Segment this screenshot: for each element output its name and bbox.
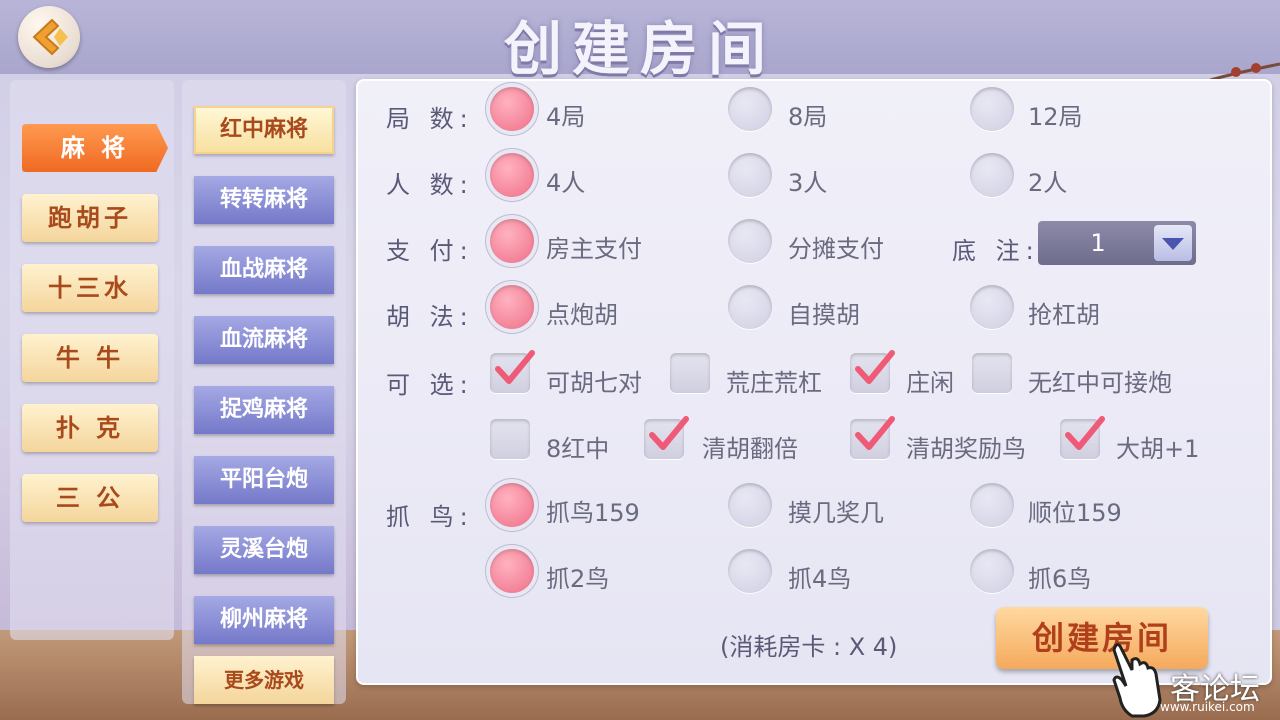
optional-label: 可 选: bbox=[386, 371, 474, 399]
bird-option-159: 抓鸟159 bbox=[546, 499, 640, 527]
rounds-option-4: 4局 bbox=[546, 103, 586, 131]
watermark-url: www.ruikei.com bbox=[1160, 700, 1255, 714]
radio-bird-4[interactable] bbox=[728, 549, 772, 593]
bird-count-6: 抓6鸟 bbox=[1028, 565, 1092, 593]
optional-qinghufanbei-text: 清胡翻倍 bbox=[702, 435, 798, 463]
category-sangong[interactable]: 三 公 bbox=[22, 474, 158, 522]
checkbox-wuhongzhong[interactable] bbox=[972, 353, 1012, 393]
game-tab-zhuoji[interactable]: 捉鸡麻将 bbox=[194, 386, 334, 434]
rounds-option-12: 12局 bbox=[1028, 103, 1083, 131]
back-arrow-icon bbox=[32, 18, 68, 56]
checkmark-icon bbox=[495, 350, 535, 384]
checkbox-8hongzhong[interactable] bbox=[490, 419, 530, 459]
base-bet-label: 底 注: bbox=[952, 237, 1040, 265]
game-tab-pingyang[interactable]: 平阳台炮 bbox=[194, 456, 334, 504]
checkmark-icon bbox=[649, 416, 689, 450]
players-option-3: 3人 bbox=[788, 169, 828, 197]
radio-pay-split[interactable] bbox=[728, 219, 772, 263]
base-bet-value: 1 bbox=[1090, 229, 1106, 257]
radio-bird-2[interactable] bbox=[490, 549, 534, 593]
radio-players-4[interactable] bbox=[490, 153, 534, 197]
category-shisanshui[interactable]: 十三水 bbox=[22, 264, 158, 312]
category-niuniu[interactable]: 牛 牛 bbox=[22, 334, 158, 382]
radio-bird-6[interactable] bbox=[970, 549, 1014, 593]
page-title: 创建房间 bbox=[503, 15, 776, 83]
win-option-dianpao: 点炮胡 bbox=[546, 301, 618, 329]
checkbox-huangzhuang[interactable] bbox=[670, 353, 710, 393]
radio-bird-shunwei[interactable] bbox=[970, 483, 1014, 527]
game-tab-liuzhou[interactable]: 柳州麻将 bbox=[194, 596, 334, 644]
radio-players-3[interactable] bbox=[728, 153, 772, 197]
game-tab-hongzhong[interactable]: 红中麻将 bbox=[194, 106, 334, 154]
checkmark-icon bbox=[855, 350, 895, 384]
radio-rounds-8[interactable] bbox=[728, 87, 772, 131]
checkbox-qinghufanbei[interactable] bbox=[644, 416, 689, 459]
bird-count-4: 抓4鸟 bbox=[788, 565, 852, 593]
rounds-label: 局 数: bbox=[386, 105, 474, 133]
game-tab-zhuanzhuan[interactable]: 转转麻将 bbox=[194, 176, 334, 224]
radio-bird-159[interactable] bbox=[490, 483, 534, 527]
radio-rounds-4[interactable] bbox=[490, 87, 534, 131]
radio-win-qianggang[interactable] bbox=[970, 285, 1014, 329]
game-tab-xueliu[interactable]: 血流麻将 bbox=[194, 316, 334, 364]
bird-option-shunwei: 顺位159 bbox=[1028, 499, 1122, 527]
win-type-label: 胡 法: bbox=[386, 303, 474, 331]
radio-bird-mojijiangji[interactable] bbox=[728, 483, 772, 527]
payment-option-split: 分摊支付 bbox=[788, 235, 884, 263]
back-button[interactable] bbox=[18, 6, 80, 68]
radio-pay-host[interactable] bbox=[490, 219, 534, 263]
checkbox-qidui[interactable] bbox=[490, 350, 535, 393]
category-mahjong[interactable]: 麻 将 bbox=[22, 124, 168, 172]
checkbox-qinghuniao[interactable] bbox=[850, 416, 895, 459]
radio-rounds-12[interactable] bbox=[970, 87, 1014, 131]
checkmark-icon bbox=[1065, 416, 1105, 450]
optional-qinghuniao-text: 清胡奖励鸟 bbox=[906, 435, 1026, 463]
bird-option-mojijiangji: 摸几奖几 bbox=[788, 499, 884, 527]
checkmark-icon bbox=[855, 416, 895, 450]
optional-wuhongzhong-text: 无红中可接炮 bbox=[1028, 369, 1172, 397]
payment-option-host: 房主支付 bbox=[546, 235, 642, 263]
win-option-zimo: 自摸胡 bbox=[788, 301, 860, 329]
game-tab-xuezhan[interactable]: 血战麻将 bbox=[194, 246, 334, 294]
optional-qidui-text: 可胡七对 bbox=[546, 369, 642, 397]
players-option-2: 2人 bbox=[1028, 169, 1068, 197]
room-card-cost: (消耗房卡 : X 4) bbox=[720, 633, 898, 661]
radio-players-2[interactable] bbox=[970, 153, 1014, 197]
header-bar: 创建房间 bbox=[0, 0, 1280, 83]
radio-win-dianpao[interactable] bbox=[490, 285, 534, 329]
category-paohuzi[interactable]: 跑胡子 bbox=[22, 194, 158, 242]
rounds-option-8: 8局 bbox=[788, 103, 828, 131]
checkbox-dahu[interactable] bbox=[1060, 416, 1105, 459]
payment-label: 支 付: bbox=[386, 237, 474, 265]
bird-count-2: 抓2鸟 bbox=[546, 565, 610, 593]
radio-win-zimo[interactable] bbox=[728, 285, 772, 329]
room-settings-panel: 局 数: 4局 8局 12局 人 数: 4人 3人 2人 支 付: 房主支付 分… bbox=[356, 79, 1272, 685]
optional-8hongzhong-text: 8红中 bbox=[546, 435, 610, 463]
category-poker[interactable]: 扑 克 bbox=[22, 404, 158, 452]
more-games-button[interactable]: 更多游戏 bbox=[194, 656, 334, 704]
checkbox-zhuangxian[interactable] bbox=[850, 350, 895, 393]
base-bet-select[interactable]: 1 bbox=[1038, 221, 1196, 265]
players-label: 人 数: bbox=[386, 171, 474, 199]
optional-huangzhuang-text: 荒庄荒杠 bbox=[726, 369, 822, 397]
birds-label: 抓 鸟: bbox=[386, 503, 474, 531]
create-room-button[interactable]: 创建房间 bbox=[996, 607, 1208, 669]
game-tab-lingxi[interactable]: 灵溪台炮 bbox=[194, 526, 334, 574]
players-option-4: 4人 bbox=[546, 169, 586, 197]
optional-dahu-text: 大胡+1 bbox=[1116, 435, 1200, 463]
win-option-qianggang: 抢杠胡 bbox=[1028, 301, 1100, 329]
optional-zhuangxian-text: 庄闲 bbox=[906, 369, 954, 397]
dropdown-arrow-icon[interactable] bbox=[1154, 225, 1192, 261]
